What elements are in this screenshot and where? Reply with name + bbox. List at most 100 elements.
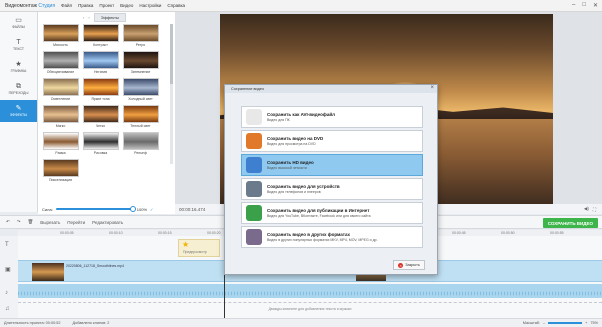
strength-slider[interactable] bbox=[55, 206, 136, 212]
effect-thumbnail bbox=[122, 132, 159, 150]
effect-thumbnail bbox=[42, 24, 79, 42]
effect-thumbnail bbox=[122, 24, 159, 42]
effect-item[interactable]: Ретро bbox=[122, 24, 159, 47]
save-option-subtitle: Видео для ПК bbox=[267, 118, 290, 122]
save-option[interactable]: Сохранить видео на DVD Видео для просмотр… bbox=[241, 130, 423, 152]
apply-icon[interactable]: ✓ bbox=[150, 207, 153, 212]
folder-icon: ▭ bbox=[15, 17, 22, 24]
effect-item[interactable]: Пикселизация bbox=[42, 159, 79, 182]
save-option-subtitle: Видео для просмотра на DVD bbox=[267, 142, 316, 146]
tab-effects[interactable]: Эффекты bbox=[93, 12, 126, 22]
effect-thumbnail bbox=[82, 78, 119, 96]
dialog-title: Сохранение видео bbox=[225, 85, 437, 93]
effect-item[interactable]: Мягкость bbox=[42, 24, 79, 47]
prev-arrow-icon[interactable]: ‹ bbox=[83, 15, 84, 20]
effect-item[interactable]: Негатив bbox=[82, 51, 119, 74]
title-clip[interactable]: ★ Предпросмотр bbox=[178, 239, 220, 257]
sidebar-item-effects[interactable]: ✎ ЭФФЕКТЫ bbox=[0, 100, 37, 122]
close-icon[interactable]: ✕ bbox=[593, 2, 598, 9]
effect-item[interactable]: Рельеф bbox=[122, 132, 159, 155]
zoom-slider[interactable] bbox=[548, 322, 583, 324]
menu-project[interactable]: Проект bbox=[99, 3, 114, 8]
clip-filename: 20220806_112718_Smoothlines.mp4 bbox=[66, 264, 124, 268]
zoom-value: 75% bbox=[590, 321, 598, 325]
save-option-icon bbox=[246, 229, 262, 245]
effect-item[interactable]: Затемнение bbox=[122, 51, 159, 74]
toolbar-cut[interactable]: Вырезать bbox=[40, 220, 60, 225]
save-option[interactable]: Сохранить видео для публикации в Интерне… bbox=[241, 202, 423, 224]
cancel-icon: × bbox=[398, 262, 404, 268]
star-icon: ★ bbox=[182, 240, 190, 249]
dialog-close-icon[interactable]: × bbox=[430, 85, 434, 91]
audio-waveform[interactable] bbox=[18, 284, 602, 298]
effects-grid: Мягкость Контраст Ретро Обесцвечивание Негат… bbox=[42, 24, 164, 182]
next-arrow-icon[interactable]: › bbox=[88, 15, 89, 20]
undo-icon[interactable]: ↶ bbox=[6, 219, 10, 225]
fullscreen-icon[interactable]: ⛶ bbox=[593, 207, 596, 212]
save-option-icon bbox=[246, 157, 262, 173]
effect-thumbnail bbox=[82, 132, 119, 150]
volume-icon[interactable]: ◀) bbox=[584, 206, 589, 212]
effect-thumbnail bbox=[122, 105, 159, 123]
zoom-out-icon[interactable]: – bbox=[543, 321, 545, 325]
toolbar-edit[interactable]: Редактировать bbox=[92, 220, 123, 225]
effect-label: Ретро bbox=[135, 43, 146, 47]
menu-video[interactable]: Видео bbox=[120, 3, 133, 8]
minimize-icon[interactable]: – bbox=[572, 2, 575, 9]
save-option[interactable]: Сохранить HD видео Видео высокой четкости bbox=[241, 154, 423, 176]
effect-item[interactable]: Четко bbox=[82, 105, 119, 128]
star-icon: ★ bbox=[15, 61, 22, 68]
menu-help[interactable]: Справка bbox=[167, 3, 185, 8]
effects-scrollbar[interactable] bbox=[170, 24, 173, 164]
effect-item[interactable]: Рисовка bbox=[82, 132, 119, 155]
zoom-label: Масштаб: bbox=[522, 321, 541, 325]
redo-icon[interactable]: ↷ bbox=[17, 219, 21, 225]
save-option[interactable]: Сохранить видео в других форматах Видео в… bbox=[241, 226, 423, 248]
delete-icon[interactable]: 🗑 bbox=[28, 219, 34, 225]
strength-value: 100% bbox=[136, 206, 148, 212]
effect-item[interactable]: Яркие тона bbox=[82, 78, 119, 101]
effect-label: Контраст bbox=[93, 43, 108, 47]
text-icon: T bbox=[16, 39, 21, 46]
save-video-button[interactable]: СОХРАНИТЬ ВИДЕО bbox=[542, 218, 598, 228]
effect-thumbnail bbox=[42, 51, 79, 69]
effect-item[interactable]: Теплый свет bbox=[122, 105, 159, 128]
sidebar-item-files[interactable]: ▭ ФАЙЛЫ bbox=[0, 12, 37, 34]
music-track[interactable]: Дважды кликните для добавления текста и … bbox=[18, 302, 602, 316]
save-option-icon bbox=[246, 205, 262, 221]
clips-added: Добавлено клипов: 2 bbox=[72, 321, 110, 325]
ruler-tick-label: 00:00:10 bbox=[109, 231, 123, 235]
save-option-subtitle: Видео для телефонов и плееров bbox=[267, 190, 321, 194]
save-option-title: Сохранить видео в других форматах bbox=[267, 232, 350, 237]
sidebar-item-text[interactable]: T ТЕКСТ bbox=[0, 34, 37, 56]
effect-thumbnail bbox=[42, 78, 79, 96]
sidebar-item-transitions[interactable]: ⧉ ПЕРЕХОДЫ bbox=[0, 78, 37, 100]
effect-item[interactable]: Рамка bbox=[42, 132, 79, 155]
effect-thumbnail bbox=[122, 78, 159, 96]
menu-bar: Видеомонтаж Студия Файл Правка Проект Ви… bbox=[0, 0, 602, 12]
zoom-in-icon[interactable]: + bbox=[585, 321, 587, 325]
toolbar-go[interactable]: Перейти bbox=[67, 220, 85, 225]
menu-file[interactable]: Файл bbox=[61, 3, 72, 8]
save-option-title: Сохранить как AVI-видеофайл bbox=[267, 112, 335, 117]
magic-icon: ✎ bbox=[15, 105, 22, 112]
effect-thumbnail bbox=[42, 159, 79, 177]
effect-label: Обесцвечивание bbox=[46, 70, 75, 74]
effect-item[interactable]: Холодный свет bbox=[122, 78, 159, 101]
sidebar-item-graphics[interactable]: ★ ГРАФИКА bbox=[0, 56, 37, 78]
effect-item[interactable]: Обесцвечивание bbox=[42, 51, 79, 74]
effect-item[interactable]: Мягко bbox=[42, 105, 79, 128]
menu-settings[interactable]: Настройки bbox=[139, 3, 161, 8]
effect-thumbnail bbox=[122, 51, 159, 69]
save-option[interactable]: Сохранить как AVI-видеофайл Видео для ПК bbox=[241, 106, 423, 128]
save-option-title: Сохранить видео для устройств bbox=[267, 184, 340, 189]
current-time: 00:00:16.474 bbox=[179, 206, 206, 212]
menu-edit[interactable]: Правка bbox=[78, 3, 93, 8]
effect-item[interactable]: Осветление bbox=[42, 78, 79, 101]
save-option[interactable]: Сохранить видео для устройств Видео для т… bbox=[241, 178, 423, 200]
ruler-tick-label: 00:00:05 bbox=[60, 231, 74, 235]
left-sidebar: ▭ ФАЙЛЫ T ТЕКСТ ★ ГРАФИКА ⧉ ПЕРЕХОДЫ ✎ ЭФФЕКТ… bbox=[0, 12, 38, 212]
effect-item[interactable]: Контраст bbox=[82, 24, 119, 47]
maximize-icon[interactable]: □ bbox=[582, 2, 586, 9]
close-button[interactable]: × Закрыть bbox=[393, 260, 425, 270]
